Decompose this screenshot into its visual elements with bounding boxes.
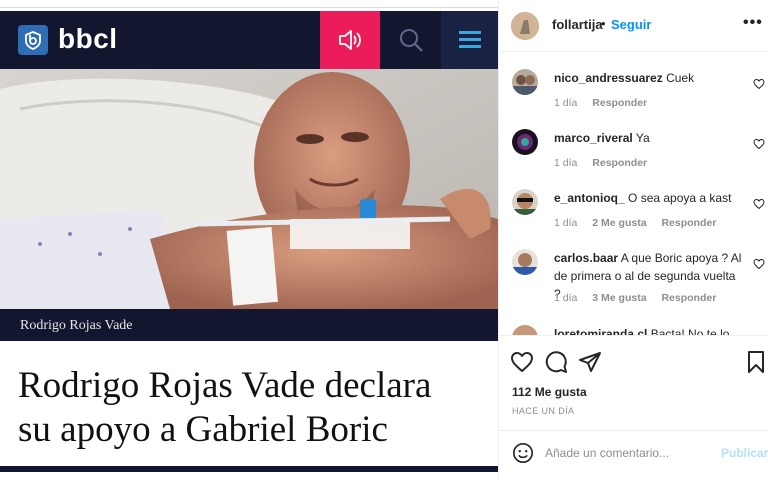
- comment-text: e_antonioq_ O sea apoya a kast: [554, 189, 744, 207]
- comment-meta: 1 día Responder: [554, 97, 659, 109]
- reply-button[interactable]: Responder: [661, 217, 716, 229]
- comment-text: marco_riveral Ya: [554, 129, 744, 147]
- article-headline: Rodrigo Rojas Vade declara su apoyo a Ga…: [18, 364, 488, 452]
- publish-button[interactable]: Publicar: [721, 446, 768, 460]
- comment-time: 1 día: [554, 292, 578, 304]
- comment-body: O sea apoya a kast: [628, 191, 732, 205]
- commenter-avatar[interactable]: [512, 325, 538, 335]
- more-options-icon[interactable]: •••: [743, 14, 763, 32]
- photo-caption-bar: Rodrigo Rojas Vade: [0, 309, 498, 341]
- comment-meta: 1 día 2 Me gusta Responder: [554, 217, 728, 229]
- commenter-avatar[interactable]: [512, 129, 538, 155]
- comment-like-count[interactable]: 3 Me gusta: [592, 292, 646, 304]
- comment-meta: 1 día 3 Me gusta Responder: [554, 292, 728, 304]
- photo-caption: Rodrigo Rojas Vade: [20, 318, 133, 333]
- comment-time: 1 día: [554, 217, 578, 229]
- speaker-icon: [320, 11, 380, 69]
- search-icon: [381, 11, 441, 69]
- commenter-avatar[interactable]: [512, 249, 538, 275]
- comment-body: Cuek: [666, 71, 695, 85]
- bbcl-header-bar: bbcl: [0, 11, 498, 69]
- commenter-username[interactable]: loretomiranda.cl: [554, 327, 647, 335]
- post-media[interactable]: bbcl Rodrigo Rojas Vade Rodrigo Rojas Va…: [0, 0, 498, 480]
- add-comment-bar: Publicar: [499, 430, 768, 475]
- like-comment-heart-icon[interactable]: [753, 78, 765, 90]
- hospital-photo: [0, 69, 498, 309]
- comment-body: Bacta! No te lo: [650, 327, 730, 335]
- comment-meta: 1 día Responder: [554, 157, 659, 169]
- likes-count[interactable]: 112 Me gusta: [512, 385, 587, 399]
- author-username[interactable]: follartija: [552, 17, 603, 32]
- bbcl-logo-icon: [18, 25, 48, 55]
- commenter-username[interactable]: nico_andressuarez: [554, 71, 663, 85]
- like-comment-heart-icon[interactable]: [753, 198, 765, 210]
- commenter-avatar[interactable]: [512, 69, 538, 95]
- post-time-ago[interactable]: HACE UN DÍA: [512, 406, 574, 416]
- like-comment-heart-icon[interactable]: [753, 258, 765, 270]
- bookmark-icon[interactable]: [744, 350, 768, 374]
- commenter-username[interactable]: marco_riveral: [554, 131, 633, 145]
- like-comment-heart-icon[interactable]: [753, 138, 765, 150]
- post-side-panel: follartija • Seguir ••• nico_andressuare…: [498, 0, 768, 480]
- post-header: follartija • Seguir •••: [499, 0, 768, 52]
- share-icon[interactable]: [578, 350, 602, 374]
- header-separator: •: [601, 16, 606, 31]
- comment-input[interactable]: [545, 442, 705, 464]
- media-bottom-border: [0, 466, 498, 472]
- reply-button[interactable]: Responder: [592, 157, 647, 169]
- commenter-username[interactable]: carlos.baar: [554, 251, 618, 265]
- media-top-border: [0, 0, 498, 8]
- menu-icon: [441, 11, 498, 69]
- post-actions: 112 Me gusta HACE UN DÍA: [499, 335, 768, 430]
- bbcl-site-name: bbcl: [58, 23, 118, 54]
- author-avatar[interactable]: [511, 12, 539, 40]
- headline-line-2: su apoyo a Gabriel Boric: [18, 409, 388, 450]
- comment-time: 1 día: [554, 157, 578, 169]
- headline-line-1: Rodrigo Rojas Vade declara: [18, 365, 432, 406]
- comment-text: nico_andressuarez Cuek: [554, 69, 744, 87]
- reply-button[interactable]: Responder: [661, 292, 716, 304]
- comment-time: 1 día: [554, 97, 578, 109]
- comment-body: Ya: [635, 131, 650, 145]
- comment-icon[interactable]: [544, 350, 568, 374]
- heart-icon[interactable]: [510, 350, 534, 374]
- comment-text: loretomiranda.cl Bacta! No te lo: [554, 325, 744, 335]
- emoji-icon[interactable]: [512, 442, 534, 464]
- reply-button[interactable]: Responder: [592, 97, 647, 109]
- comments-list[interactable]: nico_andressuarez Cuek 1 día Responder m…: [499, 53, 768, 335]
- commenter-username[interactable]: e_antonioq_: [554, 191, 625, 205]
- commenter-avatar[interactable]: [512, 189, 538, 215]
- follow-button[interactable]: Seguir: [611, 17, 651, 32]
- comment-like-count[interactable]: 2 Me gusta: [592, 217, 646, 229]
